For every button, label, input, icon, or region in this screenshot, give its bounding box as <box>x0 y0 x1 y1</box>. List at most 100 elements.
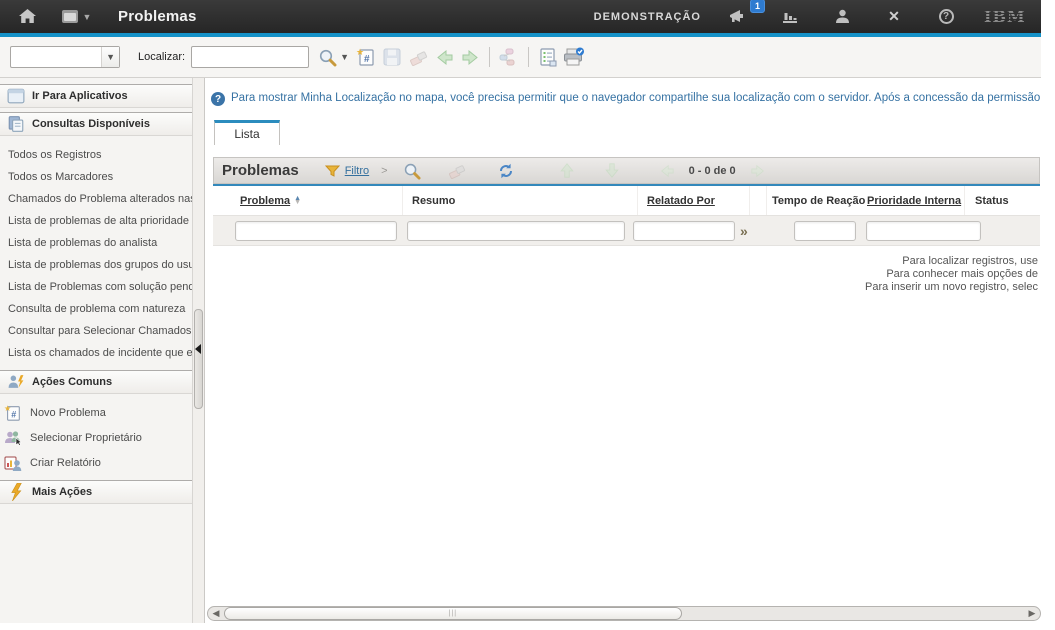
filter-funnel-icon[interactable] <box>325 165 340 177</box>
sidebar-query-item[interactable]: Chamados do Problema alterados nas… <box>0 188 192 210</box>
eraser-icon <box>448 163 466 179</box>
sidebar-scrollbar[interactable] <box>193 78 205 623</box>
environment-label: DEMONSTRAÇÃO <box>594 11 701 23</box>
tab-lista[interactable]: Lista <box>214 120 280 145</box>
filter-more-chevron[interactable]: » <box>740 223 748 239</box>
sidebar-collapse-handle-icon[interactable] <box>195 344 201 354</box>
sidebar-section-available-queries[interactable]: Consultas Disponíveis <box>0 112 192 136</box>
filter-input-prioridade-interna[interactable] <box>794 221 856 241</box>
filter-input-relatado-por[interactable] <box>633 221 735 241</box>
sidebar-query-item[interactable]: Todos os Registros <box>0 144 192 166</box>
sidebar-item-go-to-applications[interactable]: Ir Para Aplicativos <box>0 84 192 108</box>
query-dropdown[interactable]: ▼ <box>10 46 120 68</box>
filter-input-resumo[interactable] <box>407 221 625 241</box>
filter-link[interactable]: Filtro <box>345 165 369 177</box>
horizontal-scrollbar[interactable]: ◀ ||| ▶ <box>207 606 1041 621</box>
column-spacer <box>750 186 767 215</box>
workflow-button[interactable] <box>497 45 521 69</box>
table-refresh-button[interactable] <box>495 160 517 182</box>
new-record-button[interactable]: # ★ <box>354 45 378 69</box>
sidebar-section-more-actions[interactable]: Mais Ações <box>0 480 192 504</box>
sort-icon: ▲▼ <box>294 197 301 205</box>
sidebar-query-item[interactable]: Lista os chamados de incidente que e… <box>0 342 192 364</box>
profile-button[interactable] <box>827 6 857 28</box>
next-row-button[interactable] <box>601 160 623 182</box>
top-navbar: ▼ Problemas DEMONSTRAÇÃO 1 <box>0 0 1041 33</box>
table-clear-button[interactable] <box>446 160 468 182</box>
previous-page-button[interactable] <box>656 160 678 182</box>
clear-changes-button[interactable] <box>406 45 430 69</box>
next-page-button[interactable] <box>747 160 769 182</box>
sidebar-action-label: Novo Problema <box>30 407 106 419</box>
sidebar-query-item[interactable]: Todos os Marcadores <box>0 166 192 188</box>
sign-out-button[interactable]: ✕ <box>879 6 909 28</box>
next-record-button[interactable] <box>458 45 482 69</box>
svg-text:#: # <box>364 54 370 65</box>
sidebar-action-create-report[interactable]: Criar Relatório <box>0 450 192 475</box>
column-header-problema[interactable]: Problema ▲▼ <box>213 186 403 215</box>
find-label: Localizar: <box>138 51 185 63</box>
up-arrow-icon <box>559 162 575 179</box>
sidebar-query-item[interactable]: Lista de problemas de alta prioridade d… <box>0 210 192 232</box>
queries-icon <box>7 115 25 133</box>
table-header-row: Problema ▲▼ Resumo Relatado Por Tempo de… <box>213 184 1040 216</box>
eraser-icon <box>409 49 428 66</box>
scroll-left-arrow-icon[interactable]: ◀ <box>208 608 224 619</box>
go-to-apps-icon <box>61 9 81 25</box>
column-header-resumo[interactable]: Resumo <box>403 186 638 215</box>
column-header-relatado-por[interactable]: Relatado Por <box>638 186 750 215</box>
go-to-menu-button[interactable]: ▼ <box>56 6 96 28</box>
column-header-status[interactable]: Status <box>965 186 1040 215</box>
dropdown-caret-icon: ▼ <box>101 47 119 67</box>
filter-expand-chevron-icon[interactable]: > <box>381 165 387 177</box>
table-search-button[interactable] <box>401 160 423 182</box>
sidebar-section-common-actions[interactable]: Ações Comuns <box>0 370 192 394</box>
help-button[interactable]: ? <box>931 6 961 28</box>
reports-chart-button[interactable] <box>775 6 805 28</box>
sidebar-query-item[interactable]: Lista de problemas dos grupos do usu… <box>0 254 192 276</box>
tab-label: Lista <box>234 127 259 141</box>
save-button[interactable] <box>380 45 404 69</box>
results-table-panel: Problemas Filtro > <box>213 157 1040 294</box>
common-actions-icon <box>7 373 25 391</box>
table-toolbar: Problemas Filtro > <box>213 157 1040 184</box>
previous-arrow-icon <box>435 49 454 66</box>
person-icon <box>835 9 850 24</box>
search-button[interactable] <box>315 45 339 69</box>
previous-row-button[interactable] <box>556 160 578 182</box>
reports-button[interactable] <box>536 45 560 69</box>
sidebar-query-item[interactable]: Lista de problemas do analista <box>0 232 192 254</box>
print-button[interactable] <box>562 45 586 69</box>
applications-icon <box>7 87 25 105</box>
sidebar-query-item[interactable]: Lista de Problemas com solução pend… <box>0 276 192 298</box>
filter-input-problema[interactable] <box>235 221 397 241</box>
sidebar-action-new-problem[interactable]: # ★ Novo Problema <box>0 400 192 425</box>
filter-input-status[interactable] <box>866 221 981 241</box>
scroll-right-arrow-icon[interactable]: ▶ <box>1024 608 1040 619</box>
svg-text:★: ★ <box>356 47 364 57</box>
sidebar-heading-label: Ir Para Aplicativos <box>32 90 128 102</box>
next-arrow-icon <box>750 164 766 178</box>
sidebar-scrollbar-thumb[interactable] <box>194 309 203 409</box>
announcements-button[interactable]: 1 <box>723 6 753 28</box>
sidebar-query-item[interactable]: Consultar para Selecionar Chamados … <box>0 320 192 342</box>
page-title: Problemas <box>118 8 197 25</box>
svg-text:#: # <box>11 409 16 419</box>
sidebar: Ir Para Aplicativos Consultas Disponívei… <box>0 78 193 623</box>
search-options-caret-icon[interactable]: ▼ <box>340 52 349 62</box>
find-input[interactable] <box>191 46 309 68</box>
previous-record-button[interactable] <box>432 45 456 69</box>
sidebar-query-item[interactable]: Consulta de problema com natureza <box>0 298 192 320</box>
svg-text:★: ★ <box>4 404 11 413</box>
info-help-icon: ? <box>211 92 225 106</box>
column-header-prioridade-interna[interactable]: Prioridade Interna <box>855 186 965 215</box>
topbar-actions: DEMONSTRAÇÃO 1 <box>594 6 1031 28</box>
ibm-logo: IBM <box>983 8 1031 25</box>
home-button[interactable] <box>12 6 42 28</box>
close-icon: ✕ <box>888 8 900 25</box>
column-header-tempo-de-reacao[interactable]: Tempo de Reação <box>767 186 855 215</box>
create-report-icon <box>4 454 22 472</box>
horizontal-scrollbar-thumb[interactable]: ||| <box>224 607 682 620</box>
home-icon <box>19 9 36 24</box>
sidebar-action-select-owner[interactable]: Selecionar Proprietário <box>0 425 192 450</box>
